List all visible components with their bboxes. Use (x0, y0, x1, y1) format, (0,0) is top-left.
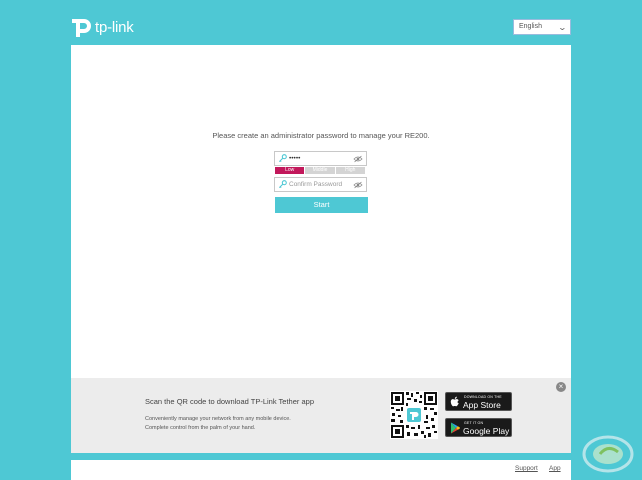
app-download-banner: Scan the QR code to download TP-Link Tet… (71, 378, 571, 453)
key-icon (278, 154, 287, 163)
setup-panel: Please create an administrator password … (71, 45, 571, 378)
tp-link-logo-icon (72, 19, 91, 37)
app-link[interactable]: App (549, 465, 561, 472)
strength-low: Low (275, 167, 305, 174)
watermark-logo-icon (582, 435, 634, 473)
banner-title: Scan the QR code to download TP-Link Tet… (145, 397, 314, 406)
password-strength-meter: Low Middle High (275, 167, 365, 174)
language-select[interactable]: English ⌄ (513, 19, 571, 35)
setup-prompt: Please create an administrator password … (212, 131, 430, 140)
app-store-label: App Store (463, 400, 501, 410)
chevron-down-icon: ⌄ (557, 23, 568, 32)
google-play-label: Google Play (463, 426, 510, 436)
footer: Support App (71, 460, 571, 480)
banner-description: Conveniently manage your network from an… (145, 415, 291, 433)
password-input[interactable] (289, 153, 353, 164)
start-button[interactable]: Start (275, 197, 368, 213)
close-icon: × (558, 382, 564, 391)
tp-link-logo: tp-link (70, 15, 134, 39)
app-store-small-text: DOWNLOAD ON THE (464, 395, 502, 399)
qr-code (390, 391, 438, 439)
support-link[interactable]: Support (515, 465, 538, 472)
apple-icon (450, 396, 459, 407)
eye-icon[interactable] (353, 181, 363, 189)
google-play-button[interactable]: GET IT ON Google Play (445, 418, 512, 437)
password-field[interactable] (274, 151, 367, 166)
google-play-icon (451, 422, 460, 434)
confirm-password-field[interactable] (274, 177, 367, 192)
language-value: English (519, 23, 542, 30)
brand-name: tp-link (95, 18, 134, 36)
banner-line-2: Complete control from the palm of your h… (145, 425, 256, 431)
key-icon (278, 180, 287, 189)
strength-high: High (335, 167, 365, 174)
app-store-button[interactable]: DOWNLOAD ON THE App Store (445, 392, 512, 411)
banner-line-1: Conveniently manage your network from an… (145, 416, 291, 422)
strength-middle: Middle (305, 167, 335, 174)
confirm-password-input[interactable] (289, 179, 353, 190)
eye-icon[interactable] (353, 155, 363, 163)
google-play-small-text: GET IT ON (464, 421, 484, 425)
close-banner-button[interactable]: × (556, 382, 566, 392)
